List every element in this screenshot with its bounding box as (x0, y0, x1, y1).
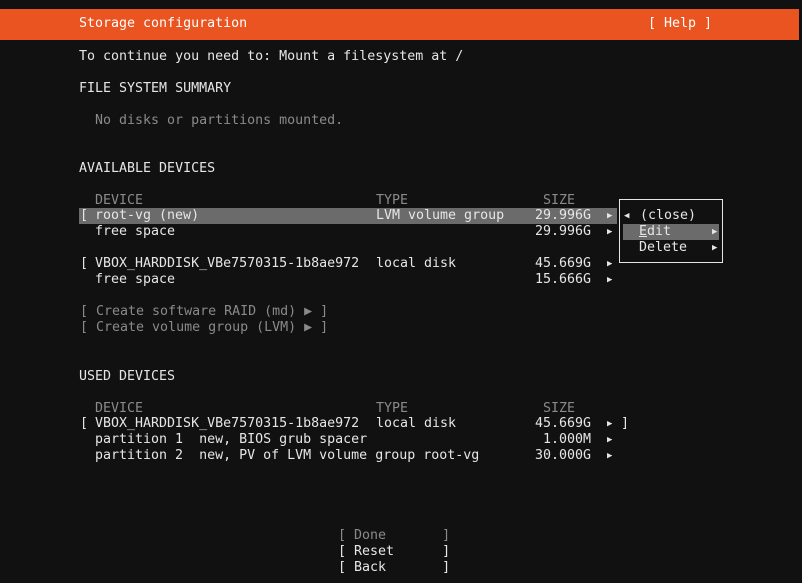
row-size: 30.000G (535, 448, 592, 463)
row-bracket: [ (80, 256, 89, 271)
row-size: 45.669G (535, 416, 592, 431)
create-software-raid-button[interactable]: [ Create software RAID (md) ▶ ] (80, 304, 328, 320)
submenu-arrow-icon: ▶ (712, 227, 718, 237)
row-arrow-icon: ▶ (607, 435, 613, 445)
edit-hotkey: E (639, 224, 648, 239)
instruction-message: To continue you need to: Mount a filesys… (79, 49, 464, 64)
row-type: LVM volume group (376, 208, 505, 223)
row-arrow-icon: ▶ (607, 227, 613, 237)
menu-item-edit-label: Edit (639, 224, 671, 240)
file-system-summary-empty: No disks or partitions mounted. (95, 113, 344, 128)
row-arrow-icon: ▶ (607, 211, 613, 221)
row-close-bracket: ] (621, 416, 630, 431)
row-device: partition 1 new, BIOS grub spacer (95, 432, 368, 447)
reset-button[interactable]: [ Reset ] (338, 544, 450, 560)
row-arrow-icon: ▶ (607, 259, 613, 269)
row-size: 45.669G (535, 256, 592, 271)
row-device: free space (95, 272, 176, 287)
row-device: VBOX_HARDDISK_VBe7570315-1b8ae972 (95, 416, 360, 431)
row-arrow-icon: ▶ (607, 275, 613, 285)
done-button[interactable]: [ Done ] (338, 528, 450, 544)
row-size: 29.996G (535, 208, 592, 223)
available-col-type: TYPE (376, 193, 409, 208)
create-volume-group-button[interactable]: [ Create volume group (LVM) ▶ ] (80, 320, 328, 336)
row-device: VBOX_HARDDISK_VBe7570315-1b8ae972 (95, 256, 360, 271)
row-size: 1.000M (543, 432, 592, 447)
row-device: partition 2 new, PV of LVM volume group … (95, 448, 480, 463)
used-col-size: SIZE (543, 401, 576, 416)
available-col-size: SIZE (543, 193, 576, 208)
row-arrow-icon: ▶ (607, 451, 613, 461)
row-device: root-vg (new) (95, 208, 200, 223)
page-title: Storage configuration (79, 16, 248, 31)
submenu-arrow-icon: ▶ (712, 243, 718, 253)
edit-label-rest: dit (647, 224, 672, 239)
row-arrow-icon: ▶ (607, 419, 613, 429)
row-size: 29.996G (535, 224, 592, 239)
back-button[interactable]: [ Back ] (338, 560, 450, 576)
back-arrow-icon: ◀ (624, 211, 630, 221)
row-bracket: [ (80, 208, 89, 223)
row-type: local disk (376, 416, 457, 431)
available-devices-heading: AVAILABLE DEVICES (79, 161, 216, 176)
row-device: free space (95, 224, 176, 239)
help-button[interactable]: [ Help ] (648, 16, 712, 32)
used-devices-heading: USED DEVICES (79, 369, 176, 384)
menu-item-delete-label: Delete (639, 240, 688, 255)
used-col-type: TYPE (376, 401, 409, 416)
used-col-device: DEVICE (95, 401, 144, 416)
row-size: 15.666G (535, 272, 592, 287)
header-bar: Storage configuration [ Help ] (0, 9, 799, 40)
file-system-summary-heading: FILE SYSTEM SUMMARY (79, 81, 232, 96)
available-col-device: DEVICE (95, 193, 144, 208)
row-bracket: [ (80, 416, 89, 431)
row-type: local disk (376, 256, 457, 271)
menu-item-close-label: (close) (640, 208, 697, 223)
